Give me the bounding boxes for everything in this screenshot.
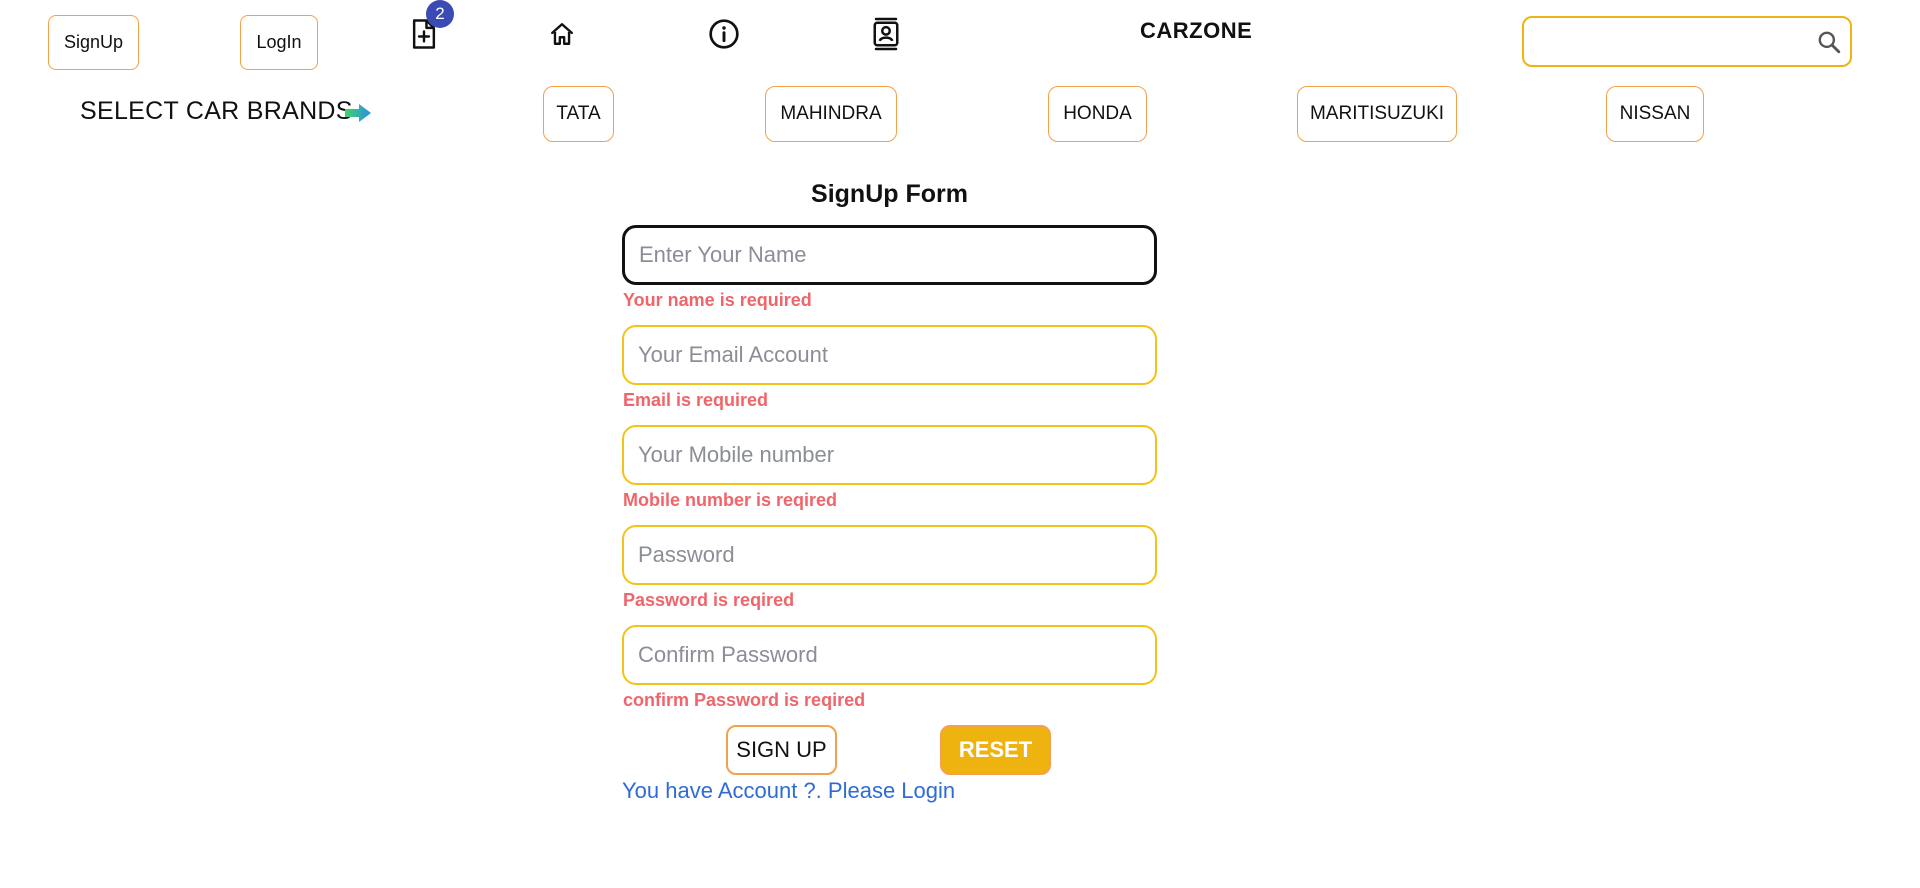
password-error-message: Password is reqired — [623, 590, 795, 610]
brand-button-label: NISSAN — [1619, 103, 1691, 124]
home-icon[interactable] — [542, 14, 582, 54]
brand-button-label: MAHINDRA — [780, 103, 882, 124]
reset-button[interactable]: RESET — [940, 725, 1051, 775]
search-box — [1522, 16, 1852, 67]
brand-button-honda[interactable]: HONDA — [1048, 86, 1147, 142]
name-field[interactable] — [622, 225, 1157, 285]
info-icon[interactable] — [704, 14, 744, 54]
email-error-message: Email is required — [623, 390, 769, 410]
signup-submit-label: SIGN UP — [736, 737, 827, 762]
login-link[interactable]: You have Account ?. Please Login — [622, 778, 955, 804]
login-nav-label: LogIn — [256, 32, 302, 52]
brand-button-label: HONDA — [1063, 103, 1132, 124]
signup-submit-button[interactable]: SIGN UP — [726, 725, 837, 775]
brand-button-nissan[interactable]: NISSAN — [1606, 86, 1704, 142]
reset-button-label: RESET — [958, 737, 1033, 762]
brand-button-label: TATA — [556, 103, 601, 124]
search-icon[interactable] — [1816, 29, 1842, 60]
confirm-password-error-message: confirm Password is reqired — [623, 690, 866, 710]
brand-button-maritisuzuki[interactable]: MARITISUZUKI — [1297, 86, 1457, 142]
name-error-message: Your name is required — [623, 290, 812, 310]
mobile-error-message: Mobile number is reqired — [623, 490, 838, 510]
form-title: SignUp Form — [811, 180, 968, 208]
brand-button-tata[interactable]: TATA — [543, 86, 614, 142]
brand-button-label: MARITISUZUKI — [1309, 103, 1445, 124]
confirm-password-field[interactable] — [622, 625, 1157, 685]
arrow-right-icon — [344, 102, 372, 129]
select-car-brands-label: SELECT CAR BRANDS — [80, 97, 353, 125]
password-field[interactable] — [622, 525, 1157, 585]
mobile-field[interactable] — [622, 425, 1157, 485]
site-brand-title: CARZONE — [1140, 18, 1253, 43]
contact-icon[interactable] — [866, 14, 906, 54]
signup-nav-label: SignUp — [63, 32, 124, 52]
brand-button-mahindra[interactable]: MAHINDRA — [765, 86, 897, 142]
cart-badge: 2 — [426, 0, 454, 28]
signup-nav-button[interactable]: SignUp — [48, 15, 139, 70]
email-field[interactable] — [622, 325, 1157, 385]
login-nav-button[interactable]: LogIn — [240, 15, 318, 70]
search-input[interactable] — [1534, 20, 1818, 63]
